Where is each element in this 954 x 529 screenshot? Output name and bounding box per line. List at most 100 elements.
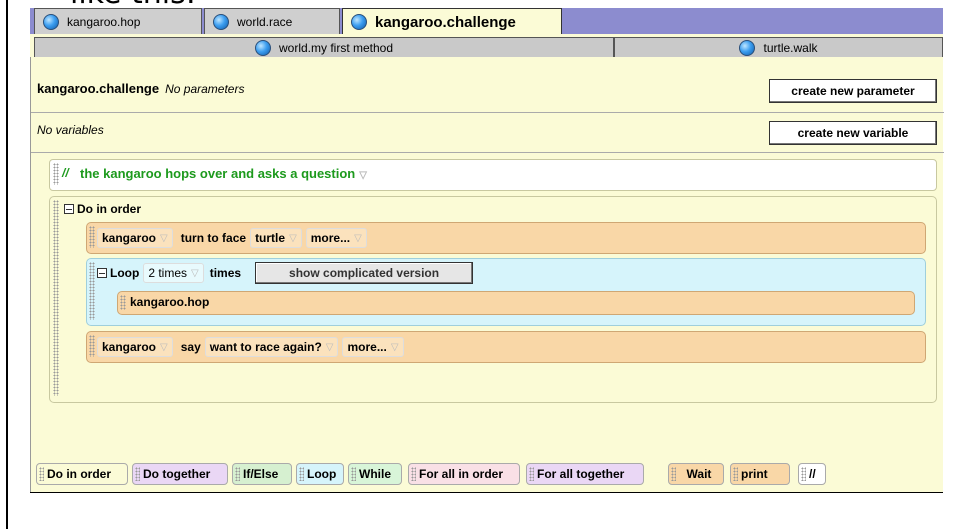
dropdown-arrow-icon: ▽ [390,341,399,353]
palette-label: If/Else [243,467,279,481]
more-label: more... [310,231,351,245]
statement-row: kangaroo ▽ turn to face turtle ▽ more... ▽ [97,223,367,253]
method-tabs-row: kangaroo.hop world.race kangaroo.challen… [30,8,943,35]
say-text-dropdown[interactable]: want to race again? ▽ [204,337,339,357]
palette-comment[interactable]: // [798,463,826,485]
loop-block[interactable]: Loop 2 times ▽ times show complicated ver… [86,258,926,326]
more-dropdown[interactable]: more... ▽ [342,337,404,357]
dropdown-arrow-icon[interactable]: ▽ [359,170,367,181]
do-in-order-block[interactable]: Do in order kangaroo ▽ turn to face turtl… [49,196,937,403]
method-tabs-row-2: world.my first method turtle.walk [30,34,943,57]
drag-grip [671,467,676,481]
drag-grip [299,467,304,481]
dropdown-arrow-icon: ▽ [191,267,199,279]
drag-grip [135,467,140,481]
object-dropdown[interactable]: kangaroo ▽ [97,228,173,248]
drag-grip[interactable] [53,200,59,396]
tab-label: kangaroo.hop [67,14,141,29]
palette-print[interactable]: print [730,463,790,485]
palette-wait[interactable]: Wait [668,463,724,485]
say-text: want to race again? [209,340,322,354]
palette-label: Wait [686,467,712,481]
do-in-order-label: Do in order [77,202,142,216]
palette-label: Loop [307,467,337,481]
tab-label: turtle.walk [763,40,818,55]
variables-label: No variables [37,123,104,137]
statement-kangaroo-hop[interactable]: kangaroo.hop [117,291,915,315]
palette-do-together[interactable]: Do together [132,463,228,485]
method-editor: kangaroo.challenge No parameters create n… [30,57,944,493]
drag-grip [733,467,738,481]
more-label: more... [347,340,387,354]
drag-grip [529,467,534,481]
target-name: turtle [255,231,286,245]
method-params: No parameters [165,82,245,96]
drag-grip[interactable] [89,262,95,320]
method-header: kangaroo.challenge No parameters [37,81,244,96]
palette-do-in-order[interactable]: Do in order [36,463,128,485]
separator [31,112,944,113]
method-call-label: turn to face [180,231,247,245]
tab-world-race[interactable]: world.race [204,8,340,34]
drag-grip [351,467,356,481]
comment-text: the kangaroo hops over and asks a questi… [80,166,356,181]
separator [31,152,944,153]
palette-label: For all in order [419,467,504,481]
palette-separator [30,492,943,493]
loop-count-dropdown[interactable]: 2 times ▽ [143,263,204,283]
palette-label: // [809,467,816,481]
method-ball-icon [739,39,756,56]
dropdown-arrow-icon: ▽ [289,232,297,244]
palette-label: Do in order [47,467,112,481]
method-ball-icon [213,13,229,30]
object-name: kangaroo [102,340,157,354]
dropdown-arrow-icon: ▽ [325,341,334,353]
drag-grip [235,467,240,481]
statement-row: kangaroo ▽ say want to race again? ▽ more.… [97,332,404,362]
dropdown-arrow-icon: ▽ [160,232,168,244]
loop-count: 2 times [148,266,188,280]
loop-header: Loop 2 times ▽ times show complicated ver… [97,262,474,284]
drag-grip [411,467,416,481]
palette-label: Do together [143,467,211,481]
tab-kangaroo-hop[interactable]: kangaroo.hop [34,8,202,34]
method-call-label: kangaroo.hop [130,295,210,309]
method-call-label: say [180,340,201,354]
times-label: times [209,266,242,280]
create-new-variable-button[interactable]: create new variable [769,121,937,145]
tab-kangaroo-challenge[interactable]: kangaroo.challenge [342,8,562,35]
more-dropdown[interactable]: more... ▽ [305,228,367,248]
left-border [6,0,8,529]
statement-turn-to-face[interactable]: kangaroo ▽ turn to face turtle ▽ more... ▽ [86,222,926,254]
create-new-parameter-button[interactable]: create new parameter [769,79,937,103]
palette-if-else[interactable]: If/Else [232,463,292,485]
palette-for-all-together[interactable]: For all together [526,463,644,485]
palette-loop[interactable]: Loop [296,463,344,485]
target-dropdown[interactable]: turtle ▽ [250,228,302,248]
method-ball-icon [254,39,271,56]
method-ball-icon [43,13,59,30]
tab-turtle-walk[interactable]: turtle.walk [614,37,943,57]
method-name: kangaroo.challenge [37,81,160,96]
object-dropdown[interactable]: kangaroo ▽ [97,337,173,357]
comment-statement[interactable]: // the kangaroo hops over and asks a que… [49,159,937,191]
statement-say[interactable]: kangaroo ▽ say want to race again? ▽ more.… [86,331,926,363]
comment-text-field[interactable]: the kangaroo hops over and asks a questi… [80,166,367,181]
palette-for-all-in-order[interactable]: For all in order [408,463,520,485]
show-complicated-version-button[interactable]: show complicated version [255,262,474,284]
drag-grip[interactable] [89,226,95,248]
drag-grip[interactable] [89,335,95,357]
object-name: kangaroo [102,231,157,245]
tab-world-my-first-method[interactable]: world.my first method [34,37,614,57]
comment-slashes: // [62,166,69,180]
collapse-minus-icon[interactable] [97,268,107,278]
drag-grip[interactable] [53,163,59,185]
palette-while[interactable]: While [348,463,402,485]
method-ball-icon [351,14,367,30]
palette-label: While [359,467,391,481]
tab-label: kangaroo.challenge [375,13,516,31]
drag-grip[interactable] [120,295,126,310]
drag-grip [801,467,806,481]
collapse-minus-icon[interactable] [64,204,74,214]
dropdown-arrow-icon: ▽ [160,341,168,353]
